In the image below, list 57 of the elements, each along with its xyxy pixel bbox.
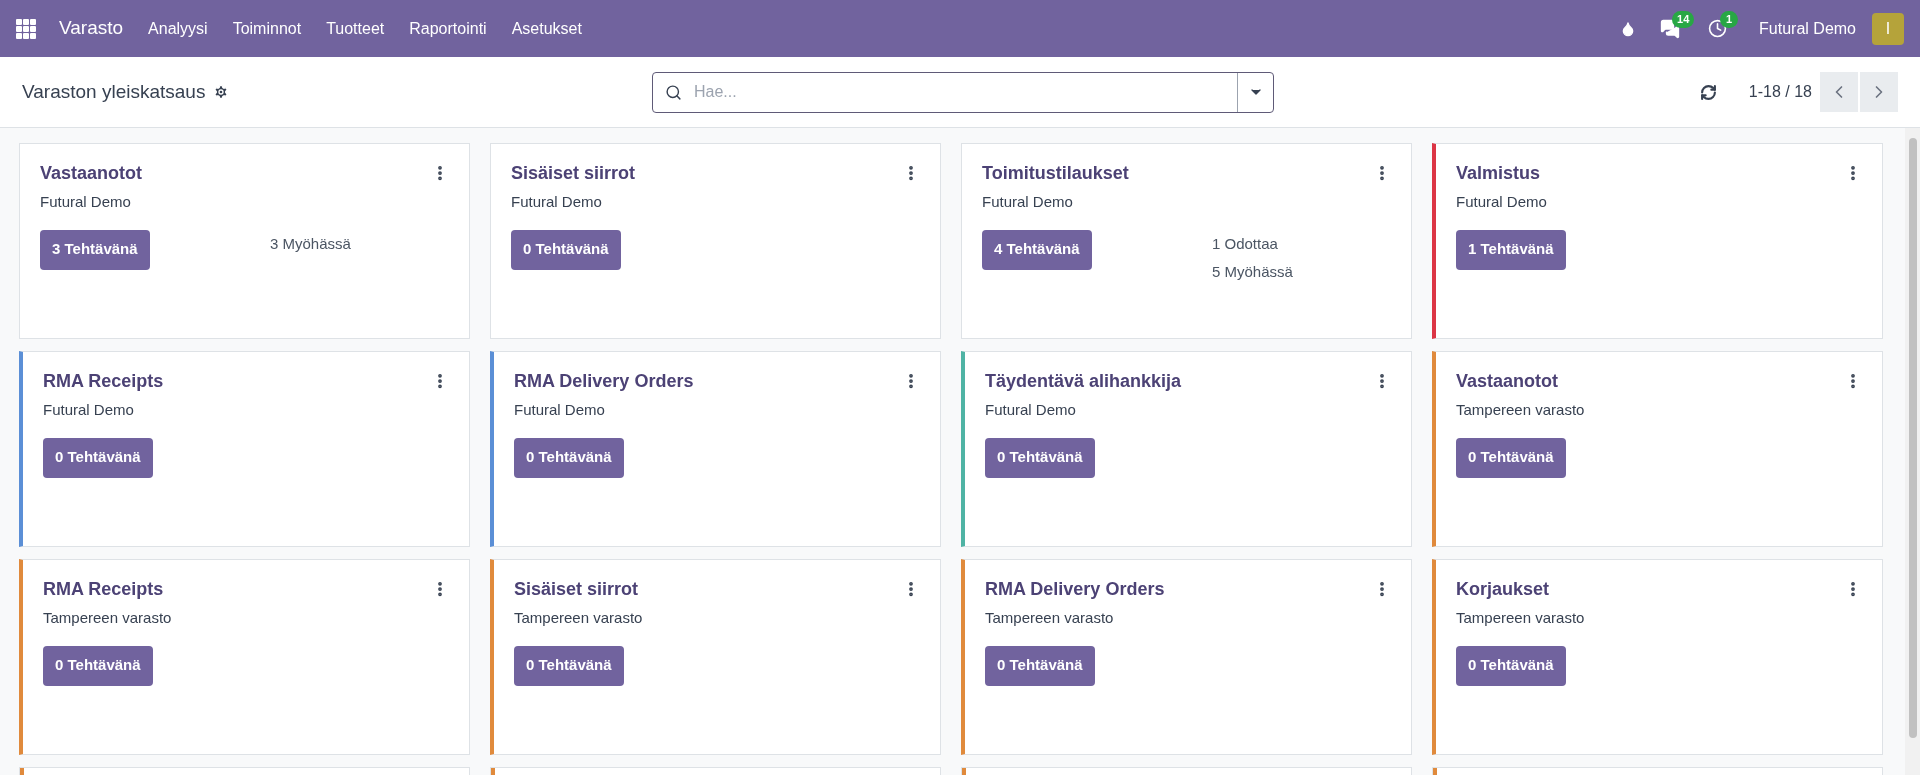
card-title[interactable]: Vastaanotot [40, 160, 143, 187]
menu-item[interactable]: Toiminnot [232, 16, 302, 41]
to-process-button[interactable]: 0 Tehtävänä [514, 645, 624, 686]
card-subtitle: Tampereen varasto [1456, 400, 1586, 420]
card-title[interactable]: RMA Receipts [43, 368, 164, 395]
to-process-button[interactable]: 0 Tehtävänä [985, 437, 1095, 478]
card-subtitle: Tampereen varasto [1456, 608, 1586, 628]
card-subtitle: Futural Demo [511, 192, 603, 212]
to-process-button[interactable]: 4 Tehtävänä [982, 229, 1092, 270]
search-icon [665, 83, 682, 101]
search-field[interactable]: Hae... [652, 71, 1274, 113]
to-process-button[interactable]: 0 Tehtävänä [1456, 437, 1566, 478]
card-title[interactable]: RMA Delivery Orders [514, 368, 694, 395]
to-process-button[interactable]: 0 Tehtävänä [43, 645, 153, 686]
search-input[interactable]: Hae... [694, 80, 1237, 104]
apps-menu-icon[interactable] [16, 18, 36, 39]
card-subtitle: Futural Demo [982, 192, 1074, 212]
menu-item[interactable]: Raportointi [409, 16, 487, 41]
to-process-button[interactable]: 0 Tehtävänä [514, 437, 624, 478]
card-subtitle: Tampereen varasto [985, 608, 1115, 628]
page-title: Varaston yleiskatsaus [22, 79, 206, 104]
card-subtitle: Tampereen varasto [43, 608, 173, 628]
to-process-button[interactable]: 0 Tehtävänä [1456, 645, 1566, 686]
message-count-badge: 14 [1672, 10, 1695, 28]
menu-item[interactable]: Tuotteet [326, 16, 385, 41]
to-process-button[interactable]: 0 Tehtävänä [985, 645, 1095, 686]
status-link[interactable]: 5 Myöhässä [1212, 257, 1293, 286]
card-title[interactable]: Korjaukset [1456, 576, 1550, 603]
activity-count-badge: 1 [1720, 11, 1739, 28]
card-title[interactable]: Täydentävä alihankkija [985, 368, 1182, 395]
clock-icon[interactable] [1708, 19, 1728, 38]
card-title[interactable]: Toimitustilaukset [982, 160, 1129, 187]
card-subtitle: Tampereen varasto [514, 608, 644, 628]
to-process-button[interactable]: 3 Tehtävänä [40, 229, 150, 270]
card-subtitle: Futural Demo [1456, 192, 1548, 212]
settings-icon[interactable] [213, 84, 230, 100]
refresh-icon[interactable] [1699, 83, 1717, 101]
card-title[interactable]: Vastaanotot [1456, 368, 1559, 395]
card-subtitle: Futural Demo [43, 400, 135, 420]
app-name[interactable]: Varasto [59, 14, 124, 43]
menu-item[interactable]: Asetukset [511, 16, 582, 41]
to-process-button[interactable]: 0 Tehtävänä [511, 229, 621, 270]
card-subtitle: Futural Demo [40, 192, 132, 212]
card-title[interactable]: Sisäiset siirrot [514, 576, 639, 603]
company-name[interactable]: Futural Demo [1759, 16, 1856, 41]
pager-value[interactable]: 1-18 / 18 [1748, 80, 1812, 104]
card-subtitle: Futural Demo [985, 400, 1077, 420]
card-title[interactable]: RMA Receipts [43, 576, 164, 603]
status-link[interactable]: 3 Myöhässä [270, 229, 351, 258]
card-title[interactable]: Valmistus [1456, 160, 1541, 187]
card-title[interactable]: RMA Delivery Orders [985, 576, 1165, 603]
to-process-button[interactable]: 1 Tehtävänä [1456, 229, 1566, 270]
card-title[interactable]: Sisäiset siirrot [511, 160, 636, 187]
to-process-button[interactable]: 0 Tehtävänä [43, 437, 153, 478]
menu-item[interactable]: Analyysi [148, 16, 208, 41]
status-link[interactable]: 1 Odottaa [1212, 229, 1293, 258]
card-subtitle: Futural Demo [514, 400, 606, 420]
